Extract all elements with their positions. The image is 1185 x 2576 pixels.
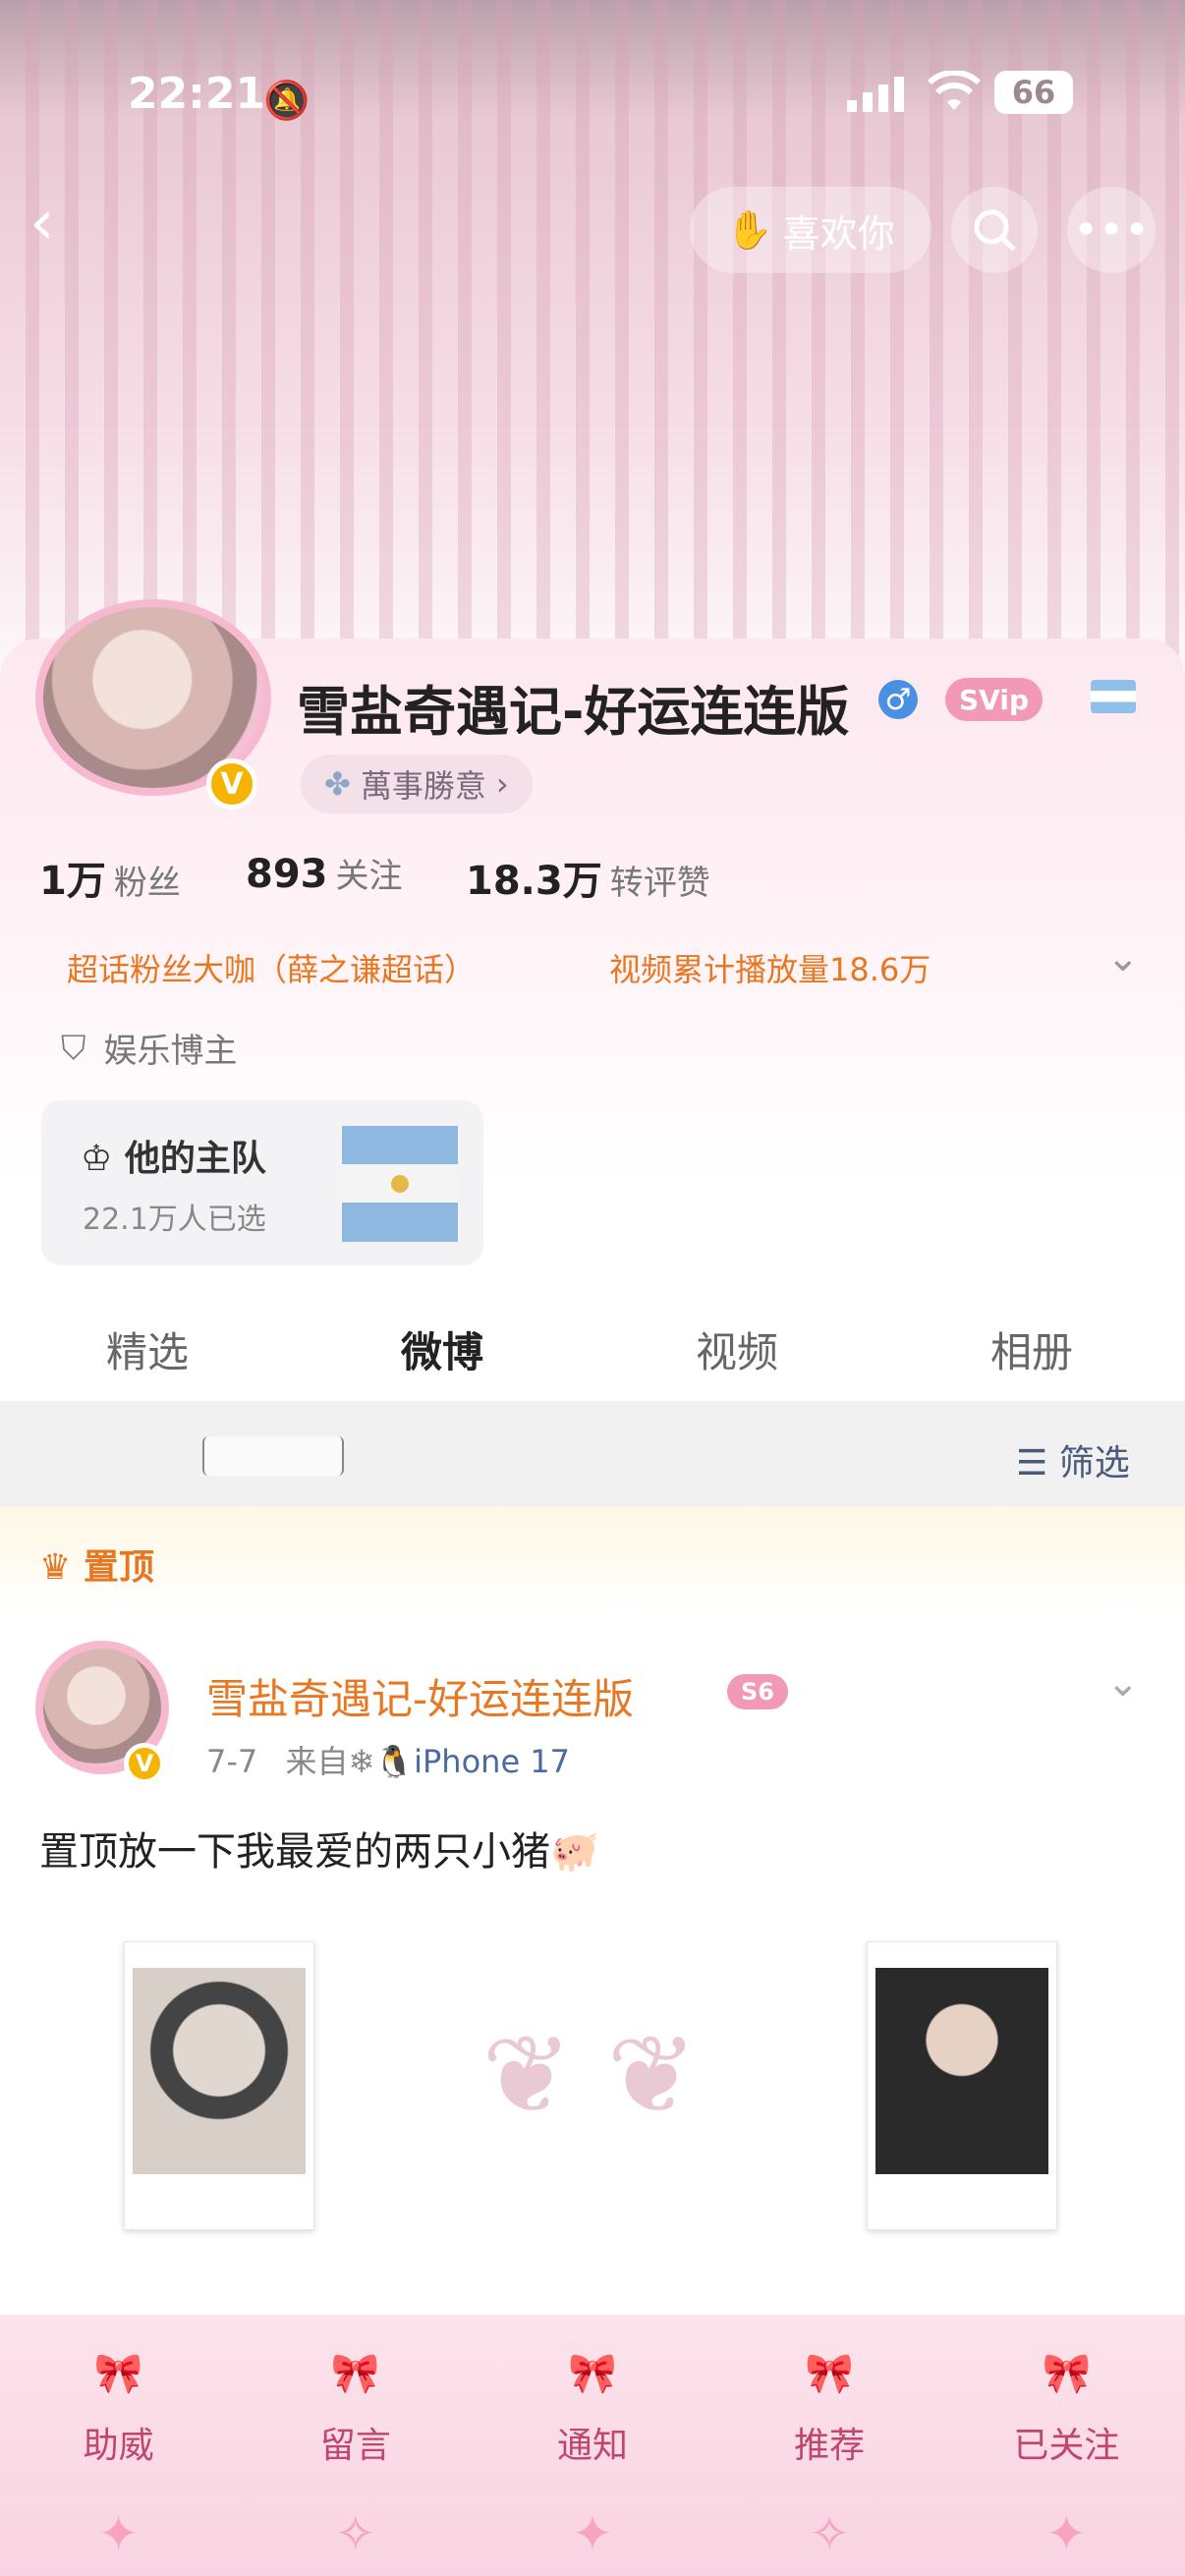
super-topic-tag[interactable]: 超话粉丝大咖（薛之谦超话） xyxy=(67,945,476,990)
team-title-text: 他的主队 xyxy=(124,1139,266,1179)
following-label: 关注 xyxy=(335,857,403,896)
hand-heart-icon: ✋ xyxy=(726,207,773,252)
sparkle-icon: ✧ xyxy=(334,2505,376,2562)
team-card[interactable]: ♔ 他的主队 22.1万人已选 xyxy=(41,1100,483,1265)
pinned-text: 置顶 xyxy=(83,1547,154,1588)
following-stat[interactable]: 893 关注 xyxy=(246,849,403,897)
bow-icon: 🎀 xyxy=(568,2351,617,2396)
likes-label: 转评赞 xyxy=(609,864,710,903)
tab-weibo[interactable]: 微博 xyxy=(295,1319,590,1379)
battery-indicator: 66 xyxy=(994,71,1073,114)
team-title: ♔ 他的主队 xyxy=(81,1130,266,1181)
bow-icon: 🎀 xyxy=(93,2351,143,2396)
post-source-prefix: 来自 xyxy=(285,1743,349,1780)
pinned-header xyxy=(0,1507,1185,1613)
followers-label: 粉丝 xyxy=(113,864,181,903)
gender-icon: ♂ xyxy=(878,680,918,719)
penguin-icon: 🐧 xyxy=(374,1743,415,1780)
nav-comment[interactable]: 留言 xyxy=(257,2417,454,2468)
signature-chip[interactable]: ✤ 萬事勝意 › xyxy=(301,755,533,813)
signature-text: 萬事勝意 xyxy=(360,767,486,805)
nav-following[interactable]: 已关注 xyxy=(968,2417,1164,2468)
angel-wings-icon: ❦ ❦ xyxy=(481,2012,698,2138)
wifi-icon xyxy=(927,69,982,118)
photo-right-image xyxy=(875,1968,1048,2174)
search-icon[interactable] xyxy=(951,187,1038,273)
post-date: 7-7 xyxy=(206,1743,258,1780)
bottom-nav-decoration: 🎀 🎀 🎀 🎀 🎀 xyxy=(0,2350,1185,2399)
post-photo-left[interactable] xyxy=(124,1941,314,2230)
like-you-button[interactable]: ✋ 喜欢你 xyxy=(690,187,931,273)
role-row: ⛉ 娱乐博主 xyxy=(61,1024,238,1072)
bottom-nav-items: 助威 留言 通知 推荐 已关注 xyxy=(0,2417,1185,2468)
chevron-right-icon: › xyxy=(495,765,509,803)
post-text: 置顶放一下我最爱的两只小猪🐖 xyxy=(39,1829,599,1875)
bottom-decoration: ✦ ✧ ✦ ✧ ✦ xyxy=(0,2505,1185,2576)
filter-bar xyxy=(0,1401,1185,1507)
tab-video[interactable]: 视频 xyxy=(590,1319,884,1379)
back-icon[interactable]: ‹ xyxy=(29,187,55,259)
signal-icon xyxy=(847,75,908,118)
followers-stat[interactable]: 1万 粉丝 xyxy=(39,849,181,906)
photo-left-image xyxy=(133,1968,306,2174)
like-you-label: 喜欢你 xyxy=(782,211,895,255)
pinned-label: ♛ 置顶 xyxy=(39,1539,154,1590)
post-verified-badge: V xyxy=(124,1743,165,1784)
argentina-flag-icon xyxy=(1091,680,1136,713)
post-meta: 7-7 来自❄🐧iPhone 17 xyxy=(206,1737,570,1782)
tab-album[interactable]: 相册 xyxy=(884,1319,1179,1379)
likes-stat[interactable]: 18.3万 转评赞 xyxy=(466,849,710,906)
filter-search-field[interactable] xyxy=(202,1436,344,1476)
bow-icon: 🎀 xyxy=(330,2351,380,2396)
team-flag-image xyxy=(342,1126,458,1242)
followers-count: 1万 xyxy=(39,859,106,904)
crown-icon: ♛ xyxy=(39,1547,72,1588)
sparkle-icon: ✧ xyxy=(809,2505,851,2562)
following-count: 893 xyxy=(246,852,328,897)
expand-chevron-icon[interactable]: ⌄ xyxy=(1106,935,1140,980)
sparkle-icon: ✦ xyxy=(1045,2505,1088,2562)
sort-icon: ☰ xyxy=(1016,1443,1048,1484)
mute-icon: 🔕 xyxy=(263,79,310,122)
post-photo-right[interactable] xyxy=(867,1941,1057,2230)
filter-button[interactable]: ☰ 筛选 xyxy=(1016,1434,1130,1485)
verified-badge: V xyxy=(206,758,257,810)
nav-cheer[interactable]: 助威 xyxy=(21,2417,217,2468)
nav-notify[interactable]: 通知 xyxy=(494,2417,691,2468)
sun-icon xyxy=(391,1175,409,1193)
nav-recommend[interactable]: 推荐 xyxy=(731,2417,928,2468)
hat-icon: ♔ xyxy=(81,1139,113,1179)
clover-icon: ✤ xyxy=(324,765,351,803)
tab-bar: 精选 微博 视频 相册 xyxy=(0,1297,1185,1401)
post-more-chevron-icon[interactable]: ⌄ xyxy=(1106,1660,1140,1706)
post-source[interactable]: iPhone 17 xyxy=(414,1743,570,1780)
bow-icon: 🎀 xyxy=(805,2351,855,2396)
tab-featured[interactable]: 精选 xyxy=(0,1319,295,1379)
bow-icon: 🎀 xyxy=(1042,2351,1092,2396)
shield-icon: ⛉ xyxy=(61,1028,86,1068)
likes-count: 18.3万 xyxy=(466,859,602,904)
post-author[interactable]: 雪盐奇遇记-好运连连版 xyxy=(206,1666,634,1726)
snowflake-icon: ❄ xyxy=(348,1743,375,1780)
team-count: 22.1万人已选 xyxy=(83,1203,266,1237)
post-level-badge: S6 xyxy=(727,1674,788,1709)
sparkle-icon: ✦ xyxy=(572,2505,613,2562)
role-label: 娱乐博主 xyxy=(103,1032,238,1071)
video-views-tag[interactable]: 视频累计播放量18.6万 xyxy=(609,945,931,990)
more-icon[interactable]: ••• xyxy=(1067,187,1156,273)
status-time: 22:21 xyxy=(128,69,266,119)
svip-badge[interactable]: SVip xyxy=(945,678,1043,721)
profile-name: 雪盐奇遇记-好运连连版 xyxy=(297,681,850,743)
sparkle-icon: ✦ xyxy=(97,2505,140,2562)
filter-label: 筛选 xyxy=(1058,1443,1130,1484)
